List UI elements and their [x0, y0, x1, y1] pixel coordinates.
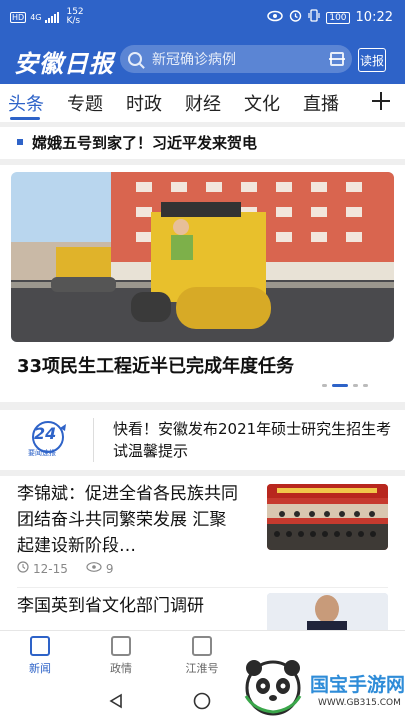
top-headline-text: 嫦娥五号到家了！习近平发来贺电 [32, 134, 258, 152]
news-24h-badge-icon: 24 要闻速报 [20, 420, 76, 458]
carousel-dot-active [332, 384, 348, 387]
carousel-dot [363, 384, 368, 387]
tab-live[interactable]: 直播 [303, 90, 339, 116]
app-logo: 安徽日报 [14, 49, 114, 78]
bullet-icon [17, 139, 23, 145]
divider [0, 159, 405, 165]
add-channel-icon[interactable] [371, 91, 391, 111]
eye-icon [267, 10, 284, 26]
news-thumbnail[interactable] [267, 484, 388, 550]
nav-news[interactable]: 新闻 [10, 636, 70, 676]
divider [0, 402, 405, 410]
tab-finance[interactable]: 财经 [185, 90, 221, 116]
quick-news-text: 快看！安徽发布2021年硕士研究生招生考试温馨提示 [113, 420, 392, 460]
network-speed: 152 K/s [66, 8, 83, 26]
back-icon[interactable] [108, 693, 124, 713]
panda-logo-icon [242, 656, 304, 720]
news-thumbnail[interactable] [267, 593, 388, 630]
active-tab-indicator [10, 117, 40, 120]
nav-label: 政情 [110, 662, 132, 675]
news-meta: 12-15 9 [17, 561, 114, 576]
news-date: 12-15 [33, 561, 68, 576]
alarm-icon [289, 9, 302, 26]
hero-title[interactable]: 33项民生工程近半已完成年度任务 [17, 352, 294, 378]
watermark: 国宝手游网 WWW.GB315.COM [228, 652, 405, 720]
watermark-brand: 国宝手游网 [310, 674, 405, 696]
separator [93, 418, 94, 462]
nav-label: 新闻 [29, 662, 51, 675]
battery-icon: 100 [326, 11, 350, 24]
badge-number: 24 [34, 424, 57, 443]
status-left: HD 4G 152 K/s [10, 8, 84, 26]
tab-headlines[interactable]: 头条 [8, 90, 44, 116]
hd-indicator: HD [10, 11, 27, 23]
nav-politics[interactable]: 政情 [91, 636, 151, 676]
hero-image[interactable] [11, 172, 394, 342]
vibrate-icon [308, 9, 320, 26]
channel-tabs: 头条 专题 时政 财经 文化 直播 [0, 84, 405, 122]
network-speed-unit: K/s [66, 16, 81, 26]
tab-politics[interactable]: 时政 [126, 90, 162, 116]
watermark-url: WWW.GB315.COM [318, 698, 401, 708]
tab-topics[interactable]: 专题 [67, 90, 103, 116]
search-icon [128, 52, 142, 66]
home-icon[interactable] [193, 692, 211, 714]
scan-icon[interactable] [329, 52, 345, 66]
app-header: 安徽日报 新冠确诊病例 读报 [0, 36, 405, 84]
jianghuai-icon [192, 636, 212, 656]
clock: 10:22 [355, 10, 393, 25]
badge-text: 要闻速报 [28, 449, 56, 457]
news-icon [30, 636, 50, 656]
nav-jianghuai[interactable]: 江淮号 [172, 636, 232, 676]
news-views: 9 [105, 561, 114, 576]
search-placeholder: 新冠确诊病例 [152, 52, 236, 68]
carousel-indicator [322, 384, 368, 387]
tab-culture[interactable]: 文化 [244, 90, 280, 116]
battery-level: 100 [329, 12, 347, 23]
carousel-dot [322, 384, 327, 387]
views-icon [86, 561, 102, 576]
news-title: 李国英到省文化部门调研 [17, 596, 204, 616]
read-paper-button[interactable]: 读报 [358, 48, 386, 72]
news-title: 李锦斌：促进全省各民族共同团结奋斗共同繁荣发展 汇聚起建设新阶段… [17, 484, 238, 556]
clock-icon [17, 561, 29, 576]
status-bar: HD 4G 152 K/s 100 10:22 [0, 0, 405, 36]
carousel-dot [353, 384, 358, 387]
nav-label: 江淮号 [185, 662, 219, 675]
signal-icon [45, 11, 60, 23]
status-right: 100 10:22 [267, 9, 393, 26]
search-bar[interactable]: 新冠确诊病例 [120, 45, 352, 73]
top-headline[interactable]: 嫦娥五号到家了！习近平发来贺电 [0, 127, 405, 159]
politics-icon [111, 636, 131, 656]
net-type: 4G [30, 12, 42, 22]
